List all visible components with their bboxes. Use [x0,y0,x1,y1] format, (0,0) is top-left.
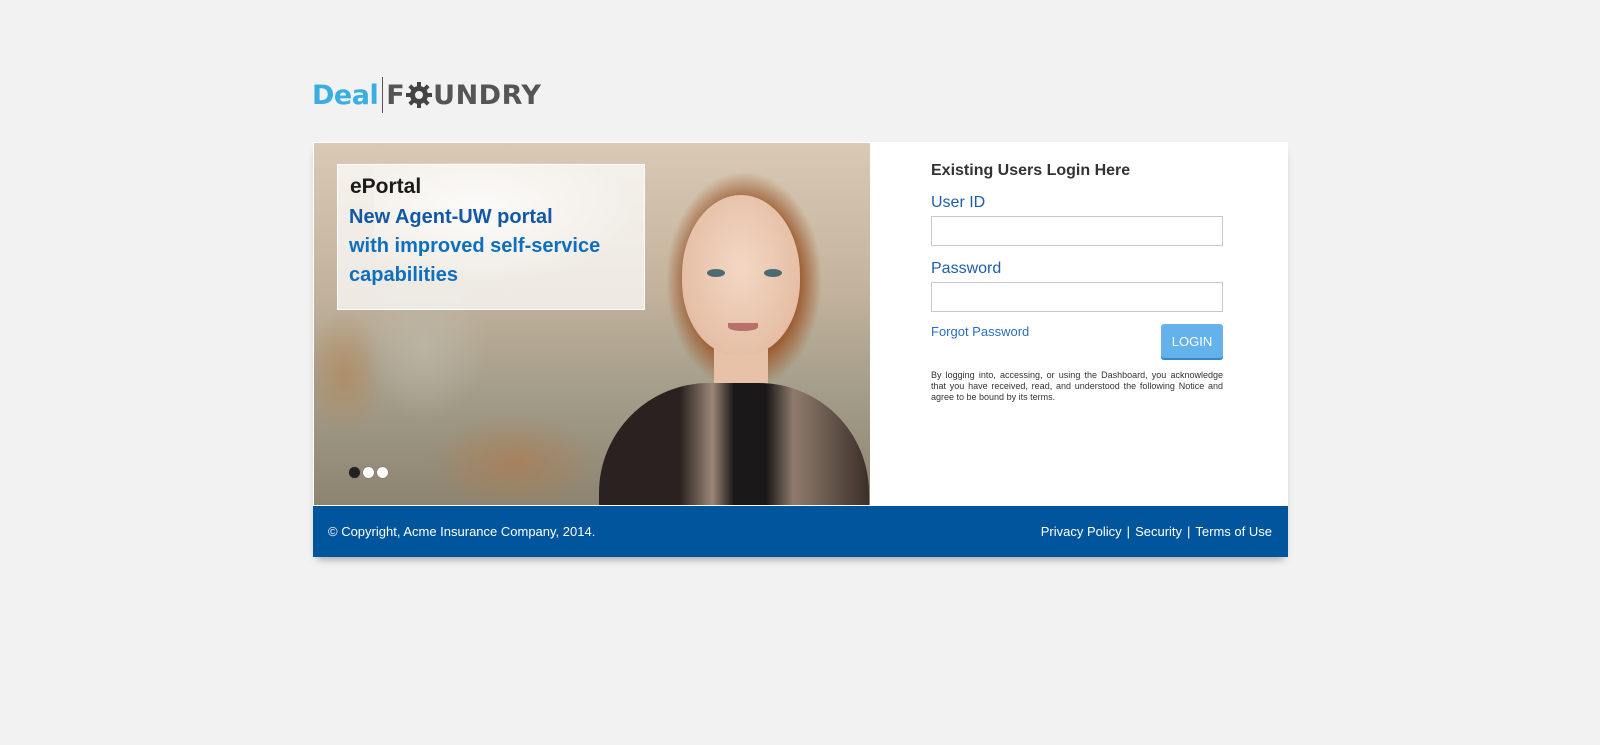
footer-separator: | [1187,524,1191,539]
hero-caption: ePortal New Agent-UW portal with improve… [337,164,645,310]
logo-foundry-f: F [386,79,406,111]
hero-carousel: ePortal New Agent-UW portal with improve… [314,143,870,505]
gear-icon [406,82,433,108]
privacy-policy-link[interactable]: Privacy Policy [1041,524,1122,539]
login-notice: By logging into, accessing, or using the… [931,370,1223,402]
carousel-dots [349,467,388,478]
login-button[interactable]: LOGIN [1161,324,1223,358]
logo-divider [382,77,384,113]
carousel-dot[interactable] [349,467,360,478]
login-card: ePortal New Agent-UW portal with improve… [313,142,1288,557]
copyright-text: © Copyright, Acme Insurance Company, 201… [328,524,596,539]
login-form: Existing Users Login Here User ID Passwo… [931,162,1223,403]
carousel-dot[interactable] [363,467,374,478]
login-heading: Existing Users Login Here [931,162,1131,179]
userid-input[interactable] [931,216,1223,246]
deal-foundry-logo: Deal F UNDRY [312,76,541,114]
footer-separator: | [1126,524,1131,539]
carousel-dot[interactable] [377,467,388,478]
hero-subtitle: New Agent-UW portal with improved self-s… [349,203,639,290]
password-input[interactable] [931,282,1223,312]
hero-subtitle-line1: New Agent-UW portal [349,206,553,228]
logo-foundry-text: F UNDRY [386,80,541,111]
password-label: Password [931,260,1002,277]
terms-of-use-link[interactable]: Terms of Use [1195,524,1272,539]
logo-foundry-rest: UNDRY [433,79,542,111]
userid-label: User ID [931,194,986,211]
hero-title: ePortal [350,175,422,198]
footer-bar: © Copyright, Acme Insurance Company, 201… [313,506,1288,557]
footer-links: Privacy Policy | Security | Terms of Use [1041,524,1272,539]
logo-deal-text: Deal [312,79,379,111]
security-link[interactable]: Security [1135,524,1182,539]
forgot-password-link[interactable]: Forgot Password [931,324,1029,339]
hero-photo-face [682,195,800,355]
hero-subtitle-rest: with improved self-service capabilities [349,235,601,286]
